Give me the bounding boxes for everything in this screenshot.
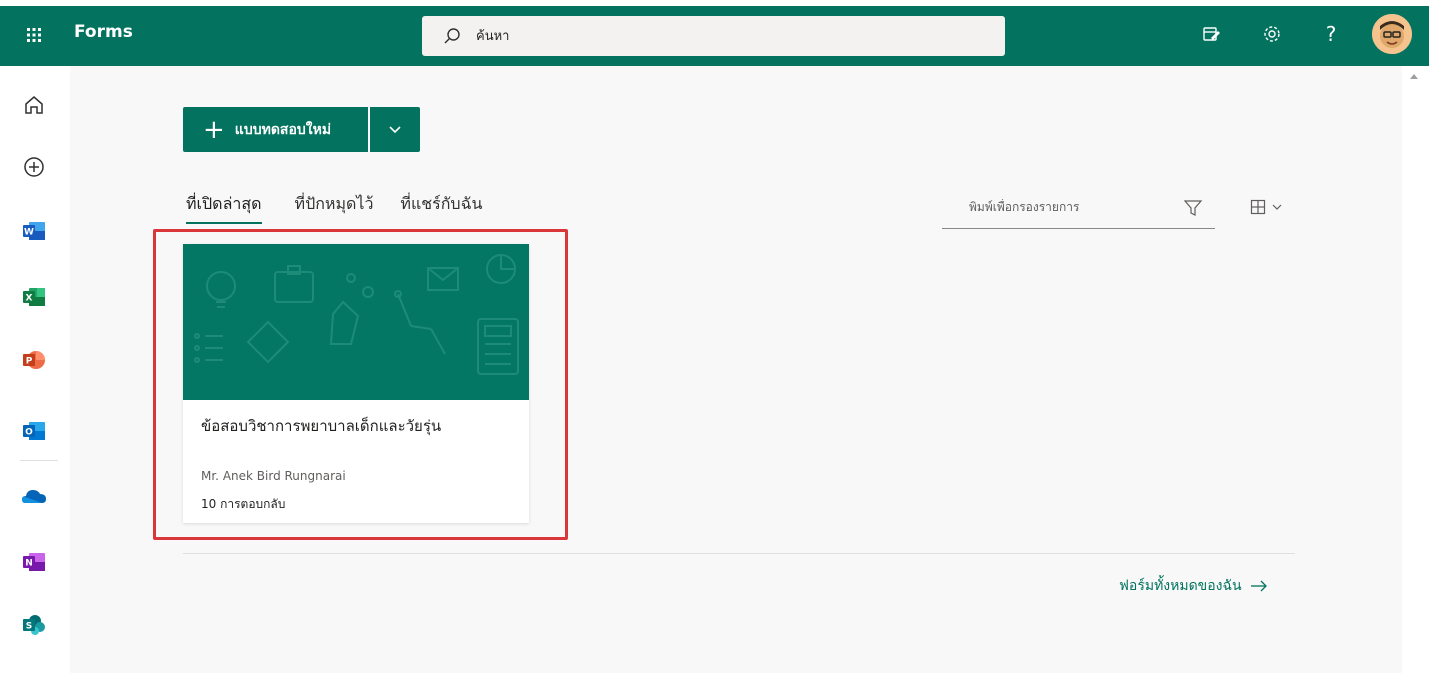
svg-text:S: S (26, 622, 32, 632)
excel-icon[interactable]: X (20, 283, 48, 311)
svg-text:W: W (24, 228, 34, 238)
chevron-down-icon (389, 125, 401, 133)
left-rail: W X P O N S (0, 66, 70, 673)
settings-gear-icon[interactable] (1259, 21, 1285, 47)
arrow-right-icon (1250, 580, 1267, 592)
view-toggle[interactable] (1250, 199, 1282, 215)
filter-icon[interactable] (1183, 198, 1203, 218)
banner-pattern (194, 254, 519, 375)
plus-icon: + (203, 114, 225, 145)
form-card[interactable]: ข้อสอบวิชาการพยาบาลเด็กและวัยรุ่น Mr. An… (183, 244, 529, 523)
chevron-down-icon (1272, 204, 1282, 210)
svg-text:P: P (26, 357, 33, 367)
card-banner (183, 244, 529, 400)
word-icon[interactable]: W (20, 217, 48, 245)
avatar[interactable] (1372, 14, 1412, 54)
filter-input[interactable] (967, 199, 1191, 215)
grid-view-icon (1250, 199, 1266, 215)
app-launcher-icon[interactable] (24, 25, 44, 45)
form-tabs: ที่เปิดล่าสุด ที่ปักหมุดไว้ ที่แชร์กับฉั… (186, 192, 482, 224)
section-divider (183, 553, 1295, 554)
all-forms-label: ฟอร์มทั้งหมดของฉัน (1119, 578, 1242, 594)
search-box[interactable] (422, 16, 1005, 56)
outlook-icon[interactable]: O (20, 417, 48, 445)
tab-recent[interactable]: ที่เปิดล่าสุด (186, 192, 262, 224)
all-forms-link[interactable]: ฟอร์มทั้งหมดของฉัน (1119, 575, 1268, 597)
new-dropdown-button[interactable] (370, 107, 420, 152)
rail-divider (20, 460, 58, 461)
tab-shared[interactable]: ที่แชร์กับฉัน (400, 192, 482, 224)
svg-text:O: O (25, 428, 33, 438)
powerpoint-icon[interactable]: P (20, 346, 48, 374)
onedrive-icon[interactable] (20, 482, 48, 510)
card-owner: Mr. Anek Bird Rungnarai (201, 469, 346, 483)
create-plus-icon[interactable] (20, 153, 48, 181)
whats-new-icon[interactable] (1198, 21, 1224, 47)
svg-text:N: N (25, 559, 33, 569)
onenote-icon[interactable]: N (20, 548, 48, 576)
card-title: ข้อสอบวิชาการพยาบาลเด็กและวัยรุ่น (201, 417, 442, 435)
new-quiz-split-button: + แบบทดสอบใหม่ (183, 107, 420, 152)
top-bar: Forms ? (0, 0, 1429, 66)
filter-box (942, 186, 1215, 229)
new-quiz-label: แบบทดสอบใหม่ (234, 121, 332, 138)
tab-pinned[interactable]: ที่ปักหมุดไว้ (295, 192, 374, 224)
sharepoint-icon[interactable]: S (20, 611, 48, 639)
card-response-count: 10 การตอบกลับ (201, 497, 286, 511)
new-quiz-button[interactable]: + แบบทดสอบใหม่ (183, 107, 368, 152)
vertical-scrollbar[interactable] (1402, 66, 1429, 673)
search-input[interactable] (474, 27, 978, 45)
help-icon[interactable]: ? (1318, 21, 1344, 47)
home-icon[interactable] (20, 91, 48, 119)
search-icon (444, 28, 460, 44)
scroll-up-arrow-icon[interactable] (1410, 74, 1418, 79)
app-name[interactable]: Forms (74, 22, 133, 42)
main-content: + แบบทดสอบใหม่ ที่เปิดล่าสุด ที่ปักหมุดไ… (70, 66, 1402, 673)
svg-text:X: X (26, 294, 33, 304)
